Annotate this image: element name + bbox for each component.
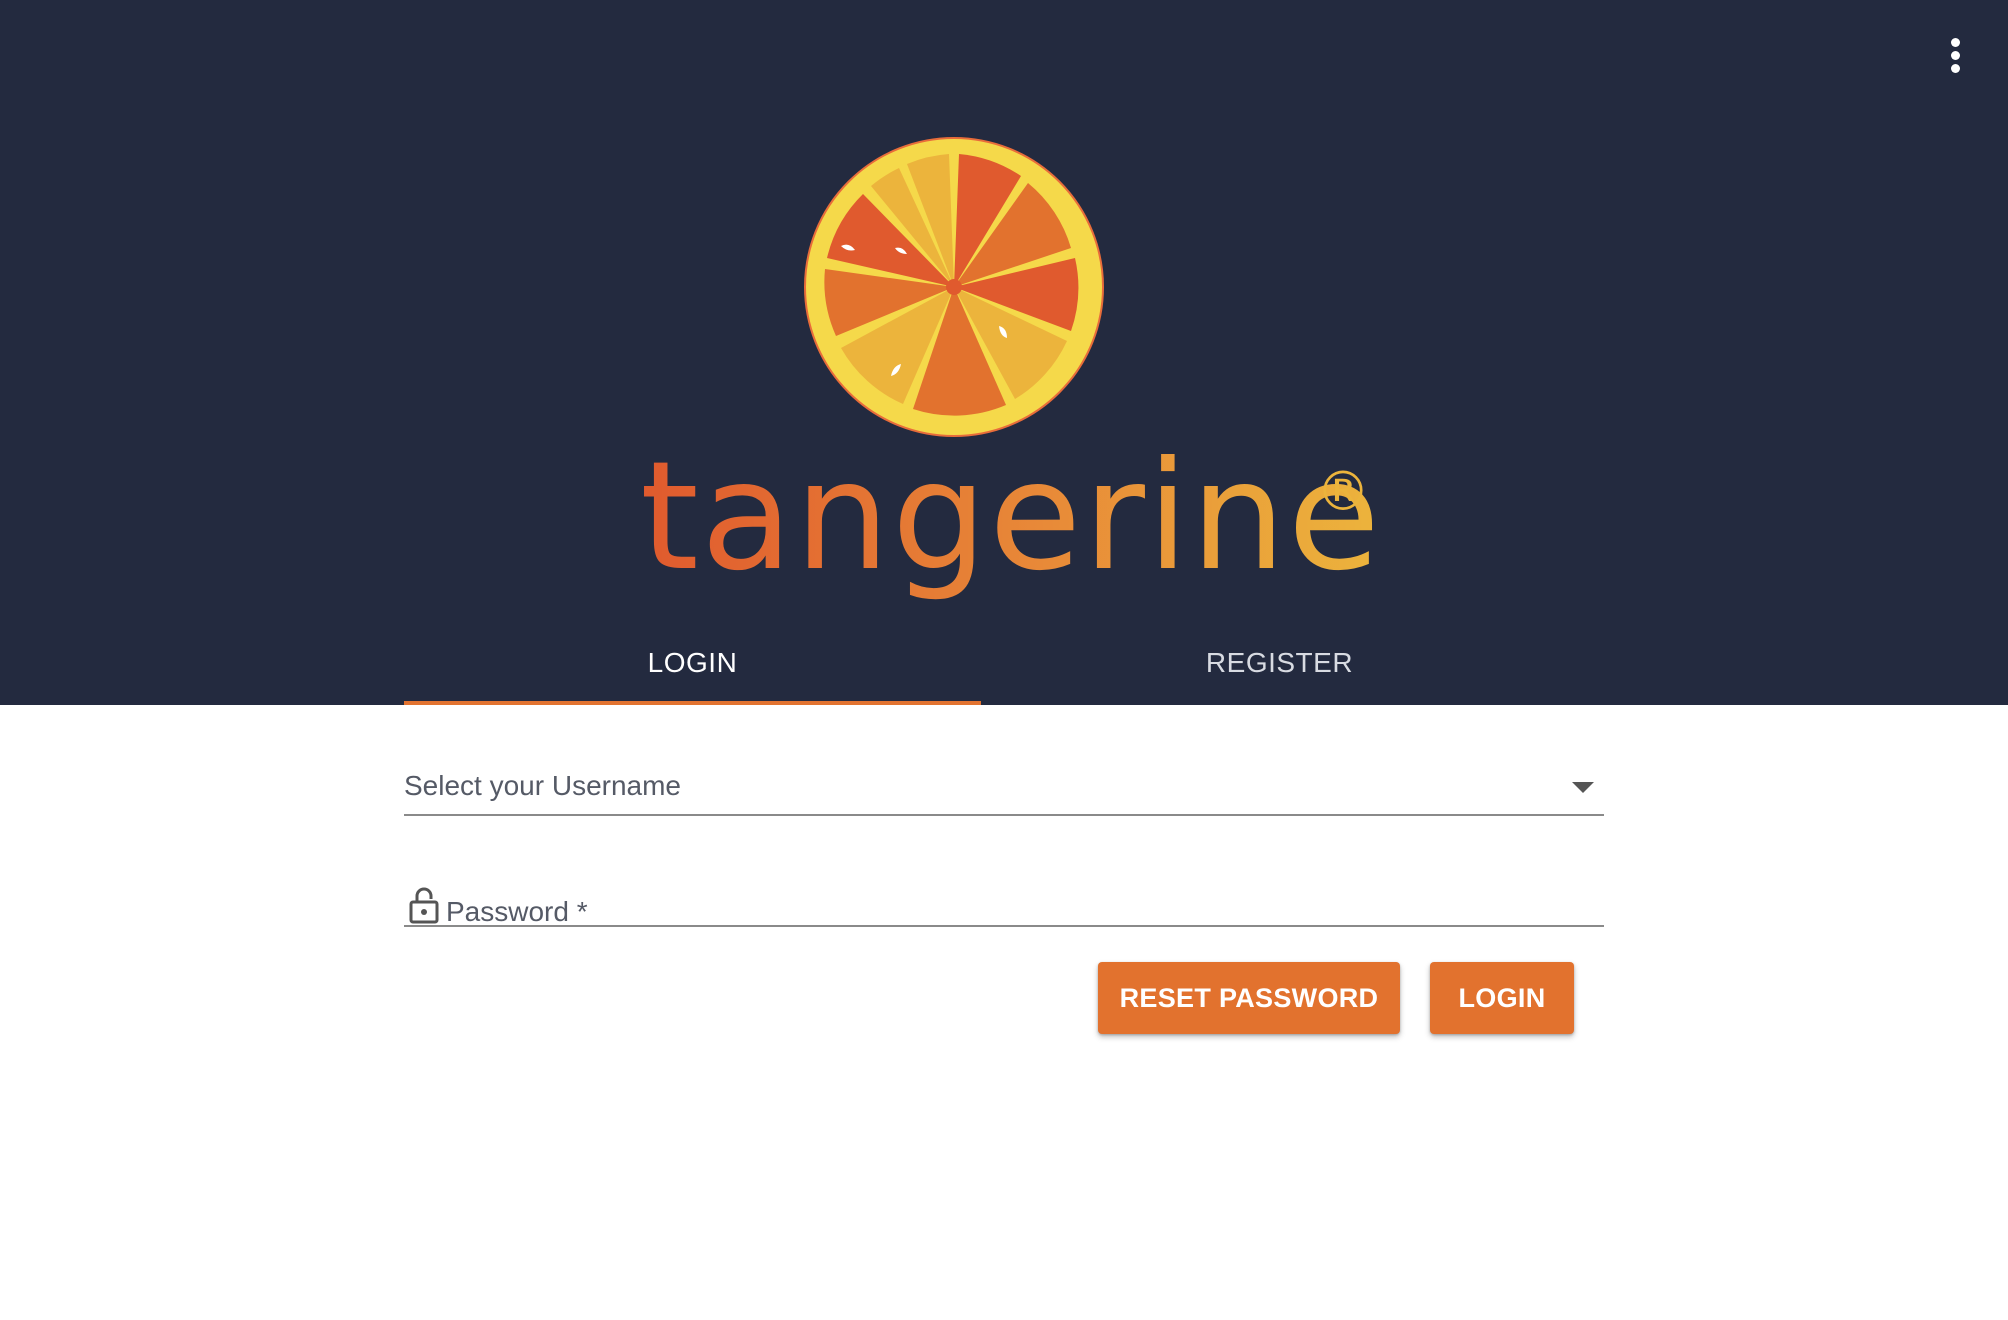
tab-login[interactable]: LOGIN [404, 620, 981, 705]
brand-name: tangerine [640, 440, 1378, 604]
lock-open-icon [409, 887, 439, 924]
password-label: Password * [446, 896, 588, 927]
password-field[interactable]: Password * [404, 880, 1604, 927]
tangerine-logo-icon [804, 137, 1104, 437]
arrow-drop-down-icon[interactable] [1572, 782, 1594, 793]
username-select[interactable]: Select your Username [404, 760, 1604, 816]
tab-register[interactable]: REGISTER [981, 620, 1578, 705]
tangerine-wordmark: tangerine ® [640, 440, 1378, 604]
app-header: tangerine ® LOGIN REGISTER [0, 0, 2008, 705]
more-vert-icon-dot [1951, 51, 1960, 60]
more-vert-icon [1951, 38, 1960, 47]
more-menu-button[interactable] [1936, 34, 1976, 78]
username-label: Select your Username [404, 770, 682, 801]
reset-password-button[interactable]: RESET PASSWORD [1098, 962, 1400, 1034]
auth-tabs: LOGIN REGISTER [404, 620, 1578, 705]
active-tab-indicator [404, 701, 981, 705]
more-vert-icon-dot [1951, 64, 1960, 73]
registered-mark: ® [1316, 460, 1370, 523]
login-button[interactable]: LOGIN [1430, 962, 1574, 1034]
